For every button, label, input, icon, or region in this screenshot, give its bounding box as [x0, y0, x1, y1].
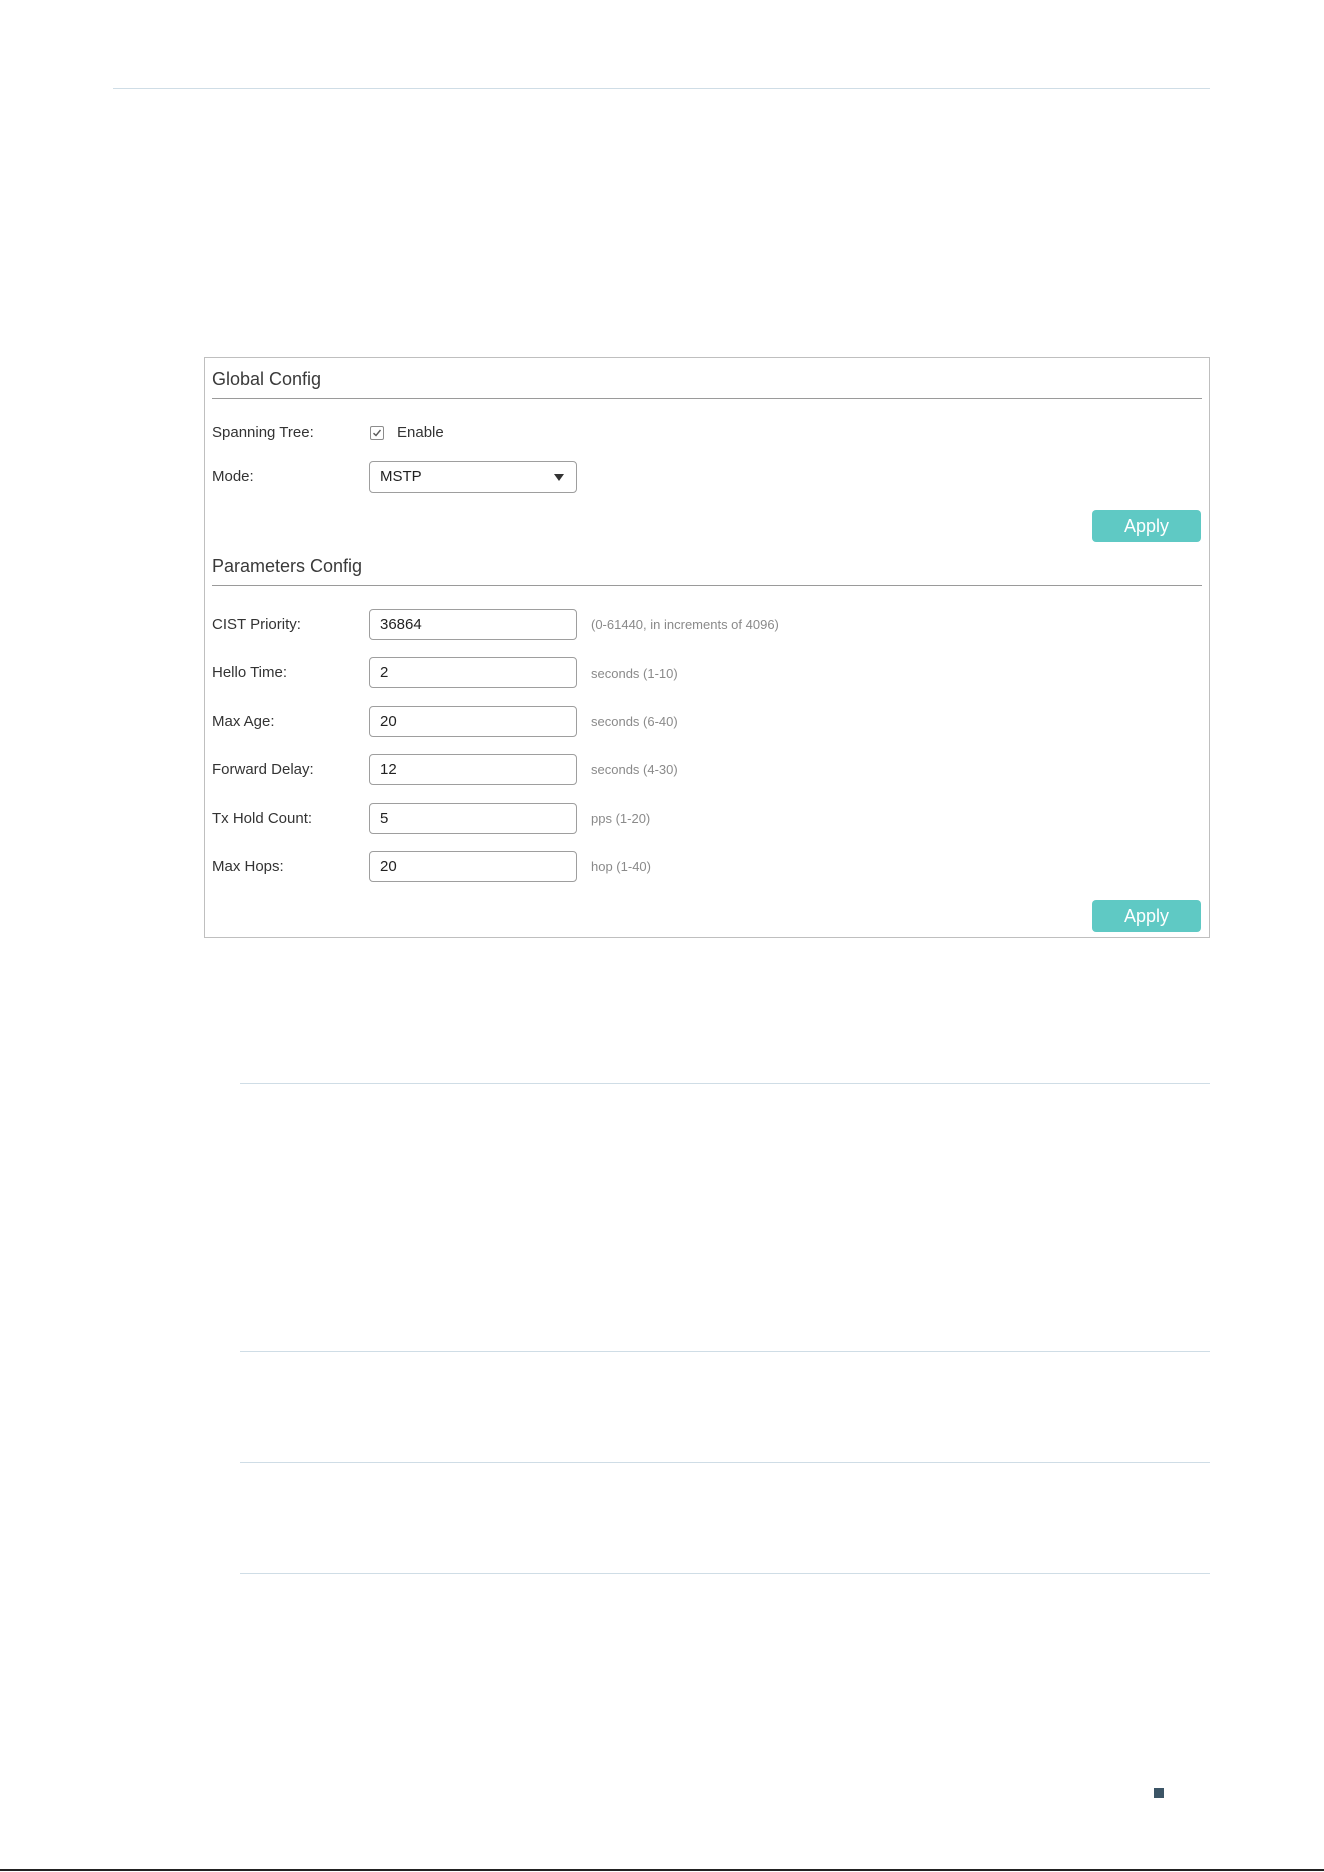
- max-hops-label: Max Hops:: [212, 858, 284, 875]
- parameters-apply-button[interactable]: Apply: [1092, 900, 1201, 932]
- table-divider-2: [240, 1351, 1210, 1352]
- forward-delay-hint: seconds (4-30): [591, 762, 678, 777]
- tx-hold-count-hint: pps (1-20): [591, 811, 651, 826]
- hello-time-hint: seconds (1-10): [591, 666, 678, 681]
- hello-time-label: Hello Time:: [212, 664, 288, 681]
- max-hops-hint: hop (1-40): [591, 859, 651, 874]
- mode-select[interactable]: MSTP: [369, 461, 577, 493]
- table-divider-3: [240, 1462, 1210, 1463]
- cist-priority-hint: (0-61440, in increments of 4096): [591, 617, 779, 632]
- global-config-title: Global Config: [212, 369, 322, 389]
- parameters-config-rule: [212, 585, 1202, 586]
- page-marker-icon: [1154, 1788, 1164, 1798]
- stp-config-panel: Global Config Spanning Tree: Enable Mode…: [204, 357, 1210, 938]
- table-divider-1: [240, 1083, 1210, 1084]
- spanning-tree-label: Spanning Tree:: [212, 424, 314, 441]
- max-age-label: Max Age:: [212, 713, 275, 730]
- mode-label: Mode:: [212, 468, 254, 485]
- mode-select-value: MSTP: [380, 468, 422, 485]
- enable-checkbox[interactable]: [370, 426, 384, 440]
- global-apply-button[interactable]: Apply: [1092, 510, 1201, 542]
- forward-delay-input[interactable]: 12: [369, 754, 577, 785]
- max-age-hint: seconds (6-40): [591, 714, 678, 729]
- forward-delay-label: Forward Delay:: [212, 761, 314, 778]
- tx-hold-count-input[interactable]: 5: [369, 803, 577, 834]
- max-age-input[interactable]: 20: [369, 706, 577, 737]
- header-divider: [113, 88, 1210, 89]
- max-hops-input[interactable]: 20: [369, 851, 577, 882]
- tx-hold-count-label: Tx Hold Count:: [212, 810, 313, 827]
- footer-rule: [0, 1869, 1324, 1871]
- table-divider-4: [240, 1573, 1210, 1574]
- cist-priority-label: CIST Priority:: [212, 616, 301, 633]
- global-config-rule: [212, 398, 1202, 399]
- enable-label: Enable: [397, 424, 444, 441]
- hello-time-input[interactable]: 2: [369, 657, 577, 688]
- check-icon: [373, 429, 382, 437]
- chevron-down-icon: [554, 474, 564, 481]
- parameters-config-title: Parameters Config: [212, 556, 363, 576]
- cist-priority-input[interactable]: 36864: [369, 609, 577, 640]
